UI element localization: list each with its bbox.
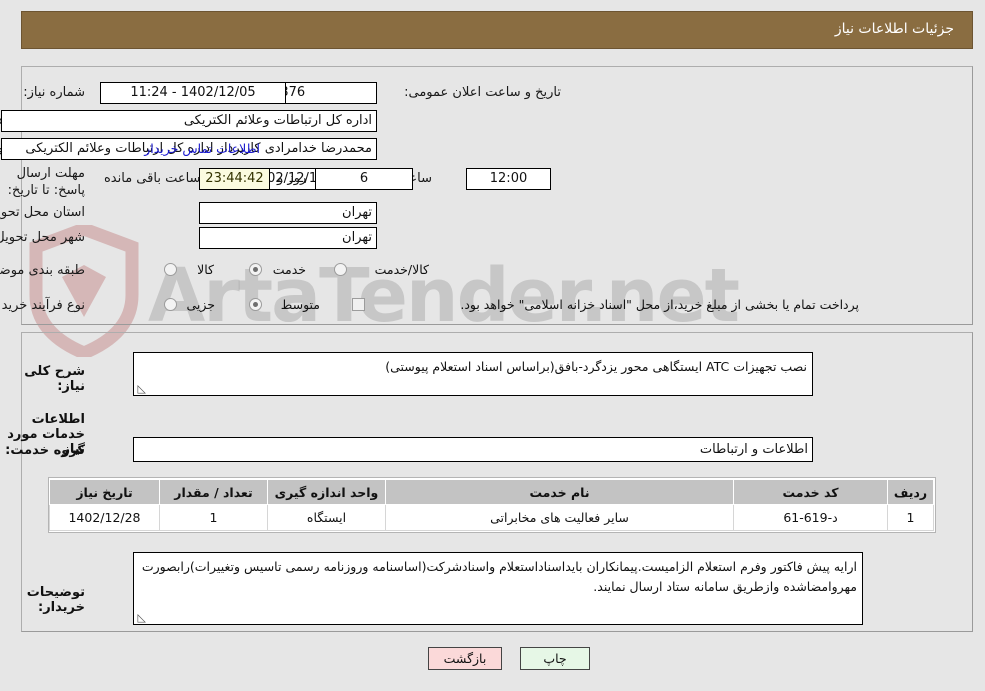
summary-value: نصب تجهیزات ATC ایستگاهی محور یزدگرد-باف… <box>385 359 807 374</box>
items-table-wrapper: ردیف کد خدمت نام خدمت واحد اندازه گیری ت… <box>48 477 936 533</box>
resize-grip-icon[interactable]: ◺ <box>136 383 146 394</box>
deadline-label: مهلت ارسال پاسخ: تا تاریخ: <box>7 166 85 198</box>
th-unit: واحد اندازه گیری <box>267 479 386 505</box>
radio-process-medium-label: متوسط <box>280 297 320 312</box>
th-need-date: تاریخ نیاز <box>49 479 160 505</box>
radio-category-service-label: خدمت <box>272 262 306 277</box>
buyer-notes-value: ارایه پیش فاکتور وفرم استعلام الزامیست.پ… <box>141 559 857 594</box>
countdown-timer: 23:44:42 <box>199 168 270 190</box>
cell-service-name: سایر فعالیت های مخابراتی <box>385 504 734 531</box>
days-label: روز و <box>277 171 307 186</box>
buyer-contact-link[interactable]: اطلاعات تماس خریدار <box>144 141 260 156</box>
buyer-notes-label: توضیحات خریدار: <box>26 585 85 615</box>
page-root: ArtaTender.net جزئیات اطلاعات نیاز شماره… <box>0 0 985 691</box>
public-announce-label: تاریخ و ساعت اعلان عمومی: <box>404 85 561 100</box>
cell-unit: ایستگاه <box>267 504 386 531</box>
print-button[interactable]: چاپ <box>520 647 590 670</box>
need-number-label: شماره نیاز: <box>23 85 85 100</box>
category-label: طبقه بندی موضوعی: <box>0 263 85 278</box>
buyer-notes-textarea[interactable]: ارایه پیش فاکتور وفرم استعلام الزامیست.پ… <box>133 552 863 625</box>
public-announce-value: 11:24 - 1402/12/05 <box>100 82 286 104</box>
summary-label: شرح کلی نیاز: <box>24 364 85 394</box>
cell-row: 1 <box>887 504 934 531</box>
buyer-org-value: اداره کل ارتباطات وعلائم الکتریکی <box>1 110 377 132</box>
city-value: تهران <box>199 227 377 249</box>
page-title: جزئیات اطلاعات نیاز <box>834 21 954 37</box>
radio-category-goods-label: کالا <box>197 262 214 277</box>
province-label: استان محل تحویل: <box>0 205 85 220</box>
radio-process-medium[interactable] <box>249 298 262 311</box>
resize-grip-icon-notes[interactable]: ◺ <box>136 612 146 623</box>
service-group-value: اطلاعات و ارتباطات <box>133 437 813 462</box>
checkbox-islamic-treasury[interactable] <box>352 298 365 311</box>
th-service-code: کد خدمت <box>733 479 888 505</box>
summary-textarea[interactable]: نصب تجهیزات ATC ایستگاهی محور یزدگرد-باف… <box>133 352 813 396</box>
process-label: نوع فرآیند خرید : <box>0 298 85 313</box>
radio-category-goods-service[interactable] <box>334 263 347 276</box>
radio-process-minor[interactable] <box>164 298 177 311</box>
islamic-treasury-note: پرداخت تمام یا بخشی از مبلغ خرید،از محل … <box>460 297 859 312</box>
radio-category-goods[interactable] <box>164 263 177 276</box>
cell-quantity: 1 <box>159 504 268 531</box>
radio-category-service[interactable] <box>249 263 262 276</box>
service-group-label: گروه خدمت: <box>5 443 85 458</box>
radio-process-minor-label: جزیی <box>186 297 215 312</box>
th-quantity: تعداد / مقدار <box>159 479 268 505</box>
items-table: ردیف کد خدمت نام خدمت واحد اندازه گیری ت… <box>49 479 934 531</box>
back-button[interactable]: بازگشت <box>428 647 502 670</box>
city-label: شهر محل تحویل: <box>0 230 85 245</box>
days-remaining-value: 6 <box>315 168 413 190</box>
deadline-time-value: 12:00 <box>466 168 551 190</box>
need-info-panel <box>21 66 973 325</box>
table-header-row: ردیف کد خدمت نام خدمت واحد اندازه گیری ت… <box>49 479 934 505</box>
cell-need-date: 1402/12/28 <box>49 504 160 531</box>
th-service-name: نام خدمت <box>385 479 734 505</box>
cell-service-code: د-619-61 <box>733 504 888 531</box>
radio-category-goods-service-label: کالا/خدمت <box>374 262 429 277</box>
page-header-bar: جزئیات اطلاعات نیاز <box>21 11 973 49</box>
province-value: تهران <box>199 202 377 224</box>
remaining-label: ساعت باقی مانده <box>104 171 201 186</box>
table-row: 1 د-619-61 سایر فعالیت های مخابراتی ایست… <box>49 504 934 531</box>
th-row: ردیف <box>887 479 934 505</box>
